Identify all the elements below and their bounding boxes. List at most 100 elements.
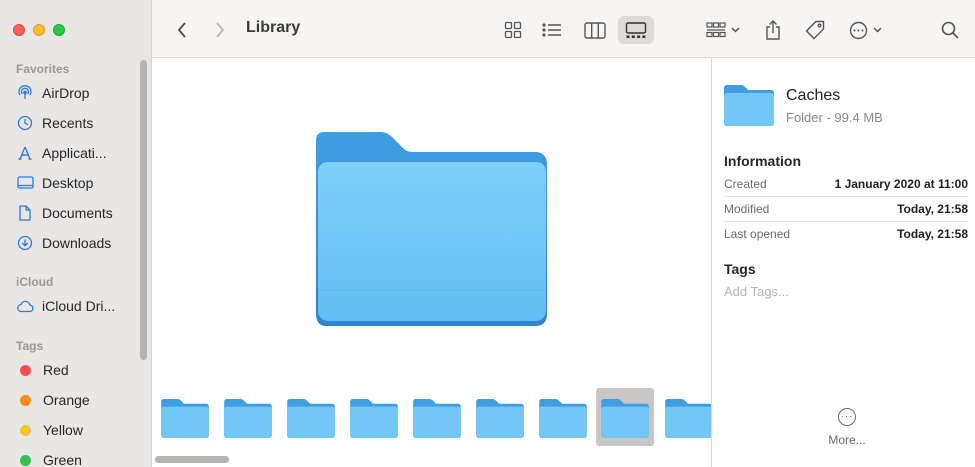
item-name: Caches	[786, 87, 841, 104]
sidebar-item-label: Downloads	[42, 235, 112, 251]
sidebar-item-label: Green	[43, 452, 82, 467]
sidebar-tag-red[interactable]: Red	[16, 359, 69, 381]
sidebar-item-label: Applicati...	[42, 145, 107, 161]
folder-icon	[413, 398, 461, 438]
info-row-created: Created 1 January 2020 at 11:00	[724, 172, 968, 197]
more-label: More...	[828, 433, 866, 447]
sidebar-tag-green[interactable]: Green	[16, 449, 82, 467]
sidebar-section-icloud: iCloud	[16, 275, 54, 289]
share-button[interactable]	[758, 16, 788, 44]
ellipsis-circle-icon	[849, 21, 867, 39]
close-button[interactable]	[13, 24, 25, 36]
sidebar-item-icloud-drive[interactable]: iCloud Dri...	[16, 295, 115, 317]
sidebar-item-desktop[interactable]: Desktop	[16, 172, 93, 194]
red-tag-dot-icon	[20, 364, 31, 376]
add-tags-field[interactable]: Add Tags...	[724, 284, 789, 299]
more-actions-button[interactable]	[844, 16, 886, 44]
item-kind: Folder - 99.4 MB	[786, 110, 883, 125]
horizontal-scrollbar[interactable]	[155, 456, 229, 463]
chevron-right-icon	[216, 22, 225, 38]
gallery-view	[152, 58, 714, 467]
applications-icon	[16, 144, 34, 162]
icon-view-button[interactable]	[498, 16, 528, 44]
orange-tag-dot-icon	[20, 394, 31, 406]
share-icon	[766, 20, 780, 40]
information-heading: Information	[724, 153, 801, 169]
window-title: Library	[246, 19, 301, 36]
sidebar-section-favorites: Favorites	[16, 62, 70, 76]
grid-icon	[504, 21, 522, 39]
clock-icon	[16, 114, 34, 132]
zoom-button[interactable]	[53, 24, 65, 36]
sidebar-item-airdrop[interactable]: AirDrop	[16, 82, 89, 104]
toolbar: Library	[152, 0, 975, 58]
sidebar: Favorites AirDrop Recents Applicati... D…	[0, 0, 152, 467]
preview-inspector: Caches Folder - 99.4 MB Information Crea…	[711, 58, 975, 467]
folder-thumbnail[interactable]	[160, 396, 210, 440]
info-row-last-opened: Last opened Today, 21:58	[724, 221, 968, 246]
folder-thumbnail[interactable]	[412, 396, 462, 440]
sidebar-item-label: iCloud Dri...	[42, 298, 116, 314]
folder-icon	[287, 398, 335, 438]
minimize-button[interactable]	[33, 24, 45, 36]
more-button[interactable]: ··· More...	[812, 408, 882, 447]
green-tag-dot-icon	[20, 454, 31, 466]
folder-thumbnail[interactable]	[286, 396, 336, 440]
folder-thumbnail[interactable]	[538, 396, 588, 440]
folder-thumbnail[interactable]	[596, 388, 654, 446]
list-icon	[542, 23, 561, 37]
folder-thumbnail[interactable]	[664, 396, 714, 440]
folder-thumbnail[interactable]	[223, 396, 273, 440]
folder-icon	[161, 398, 209, 438]
info-key: Last opened	[724, 226, 791, 241]
airdrop-icon	[16, 84, 34, 102]
desktop-icon	[16, 174, 34, 192]
back-button[interactable]	[172, 16, 192, 44]
forward-button[interactable]	[210, 16, 230, 44]
cloud-icon	[16, 297, 34, 315]
chevron-left-icon	[177, 22, 186, 38]
sidebar-item-label: Yellow	[43, 422, 83, 438]
sidebar-item-applications[interactable]: Applicati...	[16, 142, 107, 164]
sidebar-item-recents[interactable]: Recents	[16, 112, 93, 134]
tags-button[interactable]	[800, 16, 830, 44]
gallery-view-button[interactable]	[618, 16, 654, 44]
large-folder-preview-icon	[316, 132, 547, 326]
folder-icon	[601, 398, 649, 438]
sidebar-item-label: Orange	[43, 392, 90, 408]
list-view-button[interactable]	[537, 16, 567, 44]
gallery-icon	[625, 21, 647, 38]
sidebar-item-downloads[interactable]: Downloads	[16, 232, 111, 254]
folder-icon	[665, 398, 713, 438]
folder-icon	[350, 398, 398, 438]
sidebar-tag-yellow[interactable]: Yellow	[16, 419, 83, 441]
thumbnail-strip[interactable]	[152, 388, 714, 448]
tags-heading: Tags	[724, 261, 756, 277]
chevron-down-icon	[872, 27, 882, 33]
tag-icon	[805, 20, 825, 40]
search-button[interactable]	[936, 16, 964, 44]
info-key: Modified	[724, 202, 770, 216]
info-value: Today, 21:58	[897, 202, 968, 216]
sidebar-item-label: Red	[43, 362, 69, 378]
sidebar-item-label: Desktop	[42, 175, 94, 191]
ellipsis-circle-icon: ···	[838, 408, 856, 426]
folder-thumbnail[interactable]	[475, 396, 525, 440]
window-controls	[13, 24, 65, 36]
chevron-down-icon	[731, 27, 740, 33]
group-by-button[interactable]	[702, 16, 744, 44]
sidebar-item-label: Documents	[42, 205, 113, 221]
info-row-modified: Modified Today, 21:58	[724, 197, 968, 222]
document-icon	[16, 204, 34, 222]
sidebar-item-label: AirDrop	[42, 85, 90, 101]
folder-icon	[224, 398, 272, 438]
columns-icon	[584, 21, 606, 39]
info-value: 1 January 2020 at 11:00	[834, 177, 968, 191]
sidebar-scrollbar[interactable]	[140, 60, 147, 360]
sidebar-item-documents[interactable]: Documents	[16, 202, 113, 224]
sidebar-section-tags: Tags	[16, 339, 44, 353]
sidebar-tag-orange[interactable]: Orange	[16, 389, 90, 411]
column-view-button[interactable]	[580, 16, 610, 44]
info-key: Created	[724, 177, 767, 191]
folder-thumbnail[interactable]	[349, 396, 399, 440]
